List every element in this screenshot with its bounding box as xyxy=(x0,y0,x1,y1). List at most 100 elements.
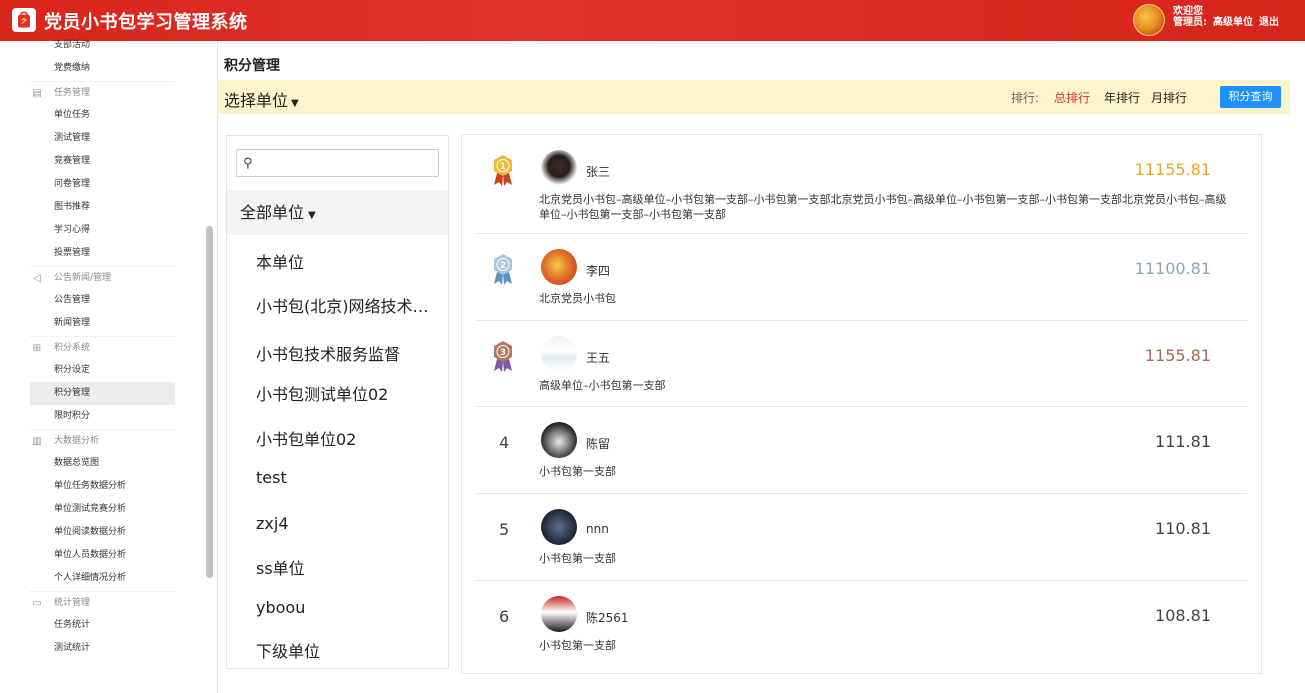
ranking-row[interactable]: 4 陈留 111.81 小书包第一支部 xyxy=(475,407,1247,494)
rank-label: 排行: xyxy=(1011,91,1040,105)
sidebar-item[interactable]: 党费缴纳 xyxy=(30,57,175,80)
unit-select-label: 选择单位 xyxy=(224,91,289,110)
sidebar-item[interactable]: 任务统计 xyxy=(30,614,175,637)
sidebar-group-label: 积分系统 xyxy=(54,343,91,353)
user-unit-name: 高级单位 xyxy=(1213,17,1253,28)
silver-medal-icon: 2 xyxy=(490,252,516,286)
sidebar-group[interactable]: ▥ 大数据分析 xyxy=(30,429,175,452)
speaker-icon: ◁ xyxy=(33,273,41,284)
member-name: 李四 xyxy=(586,264,611,278)
unit-list-item[interactable]: 小书包单位02 xyxy=(256,426,356,450)
sidebar-item[interactable]: 问卷管理 xyxy=(30,173,175,196)
member-avatar[interactable] xyxy=(541,249,577,285)
party-backpack-icon xyxy=(18,11,30,28)
sidebar-group[interactable]: ▤ 任务管理 xyxy=(30,81,175,104)
points-query-button[interactable]: 积分查询 xyxy=(1220,86,1281,108)
sidebar-item[interactable]: 公告管理 xyxy=(30,289,175,312)
unit-list-item[interactable]: 下级单位 xyxy=(256,638,320,662)
sidebar-group-label: 任务管理 xyxy=(54,88,91,98)
sidebar-item[interactable]: 单位任务 xyxy=(30,104,175,127)
rank-option-total[interactable]: 总排行 xyxy=(1054,89,1090,106)
gift-icon: ⊞ xyxy=(32,343,42,354)
gold-medal-icon: 1 xyxy=(490,153,516,187)
sidebar-item[interactable]: 测试管理 xyxy=(30,127,175,150)
caret-down-icon: ▼ xyxy=(308,210,316,221)
rank-number: 4 xyxy=(499,433,510,452)
sidebar-item[interactable]: 竞赛管理 xyxy=(30,150,175,173)
member-score: 11155.81 xyxy=(1134,160,1211,179)
sidebar-item[interactable]: 测试统计 xyxy=(30,637,175,660)
search-icon: ⚲ xyxy=(243,156,253,171)
monitor-icon: ▭ xyxy=(32,598,42,609)
page-title: 积分管理 xyxy=(224,58,280,74)
all-units-toggle[interactable]: 全部单位 ▼ xyxy=(227,190,448,235)
member-avatar[interactable] xyxy=(541,422,577,458)
sidebar-item[interactable]: 新闻管理 xyxy=(30,312,175,335)
unit-search-input[interactable] xyxy=(261,153,433,173)
app-title: 党员小书包学习管理系统 xyxy=(44,12,248,33)
unit-list-item[interactable]: yboou xyxy=(256,598,305,617)
sidebar-group-label: 统计管理 xyxy=(54,598,91,608)
sidebar-item[interactable]: 单位阅读数据分析 xyxy=(30,521,175,544)
unit-list-item[interactable]: zxj4 xyxy=(256,514,289,533)
sidebar-group[interactable]: ⊞ 积分系统 xyxy=(30,336,175,359)
rank-number: 6 xyxy=(499,607,510,626)
sidebar-item[interactable]: 积分管理 xyxy=(30,382,175,405)
sidebar-item[interactable]: 单位测试竞赛分析 xyxy=(30,498,175,521)
ranking-row[interactable]: 3 王五 1155.81 高级单位–小书包第一支部 xyxy=(475,321,1247,407)
sidebar-item[interactable]: 支部活动 xyxy=(30,34,175,57)
sidebar-item[interactable]: 数据总览图 xyxy=(30,452,175,475)
ranking-row[interactable]: 6 陈2561 108.81 小书包第一支部 xyxy=(475,581,1247,668)
unit-list-item[interactable]: 本单位 xyxy=(256,249,304,273)
member-avatar[interactable] xyxy=(541,509,577,545)
sidebar-item[interactable]: 单位任务数据分析 xyxy=(30,475,175,498)
sidebar-item[interactable]: 图书推荐 xyxy=(30,196,175,219)
member-name: 陈2561 xyxy=(586,611,629,625)
medal-rank-number: 3 xyxy=(500,348,506,358)
ranking-row[interactable]: 2 李四 11100.81 北京党员小书包 xyxy=(475,234,1247,321)
unit-list-item[interactable]: ss单位 xyxy=(256,555,305,579)
logout-link[interactable]: 退出 xyxy=(1259,17,1279,28)
sidebar-group-label: 大数据分析 xyxy=(54,436,100,446)
member-avatar[interactable] xyxy=(541,150,577,186)
rank-option-month[interactable]: 月排行 xyxy=(1151,89,1187,106)
welcome-text: 欢迎您 xyxy=(1173,6,1203,17)
medal-rank-number: 2 xyxy=(500,261,506,271)
top-header-bar: 党员小书包学习管理系统 欢迎您 管理员: 高级单位 退出 xyxy=(0,0,1305,41)
unit-select-dropdown[interactable]: 选择单位 ▼ xyxy=(224,87,299,111)
ranking-row[interactable]: 1 张三 11155.81 北京党员小书包–高级单位–小书包第一支部–小书包第一支部北… xyxy=(475,135,1247,234)
unit-list-item[interactable]: 小书包(北京)网络技术有限公司 xyxy=(256,293,436,317)
all-units-label: 全部单位 xyxy=(240,203,305,222)
unit-list-item[interactable]: test xyxy=(256,468,287,487)
rank-option-year[interactable]: 年排行 xyxy=(1104,89,1140,106)
sidebar-scrollbar[interactable] xyxy=(206,226,213,578)
member-score: 110.81 xyxy=(1155,519,1211,538)
sidebar-item[interactable]: 积分设定 xyxy=(30,359,175,382)
rank-number: 5 xyxy=(499,520,510,539)
caret-down-icon: ▼ xyxy=(291,98,299,109)
user-avatar[interactable] xyxy=(1133,4,1165,36)
sidebar-item[interactable]: 个人详细情况分析 xyxy=(30,567,175,590)
bar-chart-icon: ▥ xyxy=(32,436,42,447)
member-unit-path: 小书包第一支部 xyxy=(539,552,616,565)
ranking-row[interactable]: 5 nnn 110.81 小书包第一支部 xyxy=(475,494,1247,581)
member-unit-path: 小书包第一支部 xyxy=(539,639,616,652)
member-avatar[interactable] xyxy=(541,596,577,632)
sidebar-group[interactable]: ▭ 统计管理 xyxy=(30,591,175,614)
unit-list-item[interactable]: 小书包技术服务监督 xyxy=(256,341,400,365)
sidebar-item[interactable]: 投票管理 xyxy=(30,242,175,265)
member-unit-path: 高级单位–小书包第一支部 xyxy=(539,379,666,392)
member-unit-path: 小书包第一支部 xyxy=(539,465,616,478)
member-score: 11100.81 xyxy=(1134,259,1211,278)
sidebar-group[interactable]: ◁ 公告新闻/管理 xyxy=(30,266,175,289)
sidebar-item[interactable]: 学习心得 xyxy=(30,219,175,242)
sidebar-nav: 支部活动 党费缴纳 ▤ 任务管理 单位任务 测试管理 竞赛管理 问卷管理 图书推荐 学习心得 投票管… xyxy=(30,34,175,686)
unit-list-item[interactable]: 小书包测试单位02 xyxy=(256,381,388,405)
unit-search-box: ⚲ xyxy=(236,149,439,177)
medal-rank-number: 1 xyxy=(500,162,506,172)
member-avatar[interactable] xyxy=(541,336,577,372)
member-name: 陈留 xyxy=(586,437,611,451)
member-name: 王五 xyxy=(586,351,611,365)
sidebar-item[interactable]: 限时积分 xyxy=(30,405,175,428)
sidebar-item[interactable]: 单位人员数据分析 xyxy=(30,544,175,567)
